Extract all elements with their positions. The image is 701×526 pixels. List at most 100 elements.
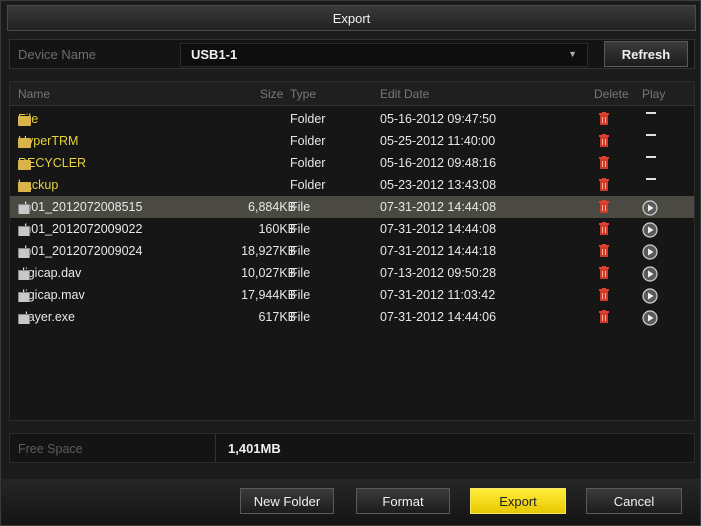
trash-icon[interactable] bbox=[599, 244, 609, 257]
file-icon bbox=[18, 248, 30, 258]
device-name-label: Device Name bbox=[18, 47, 97, 62]
row-type: File bbox=[290, 288, 311, 302]
table-row[interactable]: ch01_2012072009024 18,927KB File 07-31-2012… bbox=[10, 240, 694, 262]
play-icon[interactable] bbox=[642, 222, 658, 238]
row-type: Folder bbox=[290, 134, 326, 148]
play-icon[interactable] bbox=[642, 200, 658, 216]
new-folder-button[interactable]: New Folder bbox=[240, 488, 334, 514]
table-row[interactable]: RECYCLER Folder 05-16-2012 09:48:16 bbox=[10, 152, 694, 174]
table-row[interactable]: digicap.mav 17,944KB File 07-31-2012 11:03:… bbox=[10, 284, 694, 306]
row-size: 17,944KB bbox=[241, 288, 296, 302]
row-name: digicap.dav bbox=[18, 266, 196, 280]
free-space-value: 1,401MB bbox=[228, 441, 281, 456]
trash-icon[interactable] bbox=[599, 156, 609, 169]
trash-icon[interactable] bbox=[599, 222, 609, 235]
row-date: 07-31-2012 14:44:18 bbox=[380, 244, 497, 258]
row-date: 07-31-2012 14:44:08 bbox=[380, 200, 497, 214]
column-name-header[interactable]: Name bbox=[18, 87, 50, 101]
column-play-header: Play bbox=[642, 87, 666, 101]
free-space-label: Free Space bbox=[18, 442, 83, 456]
file-icon bbox=[18, 314, 30, 324]
trash-icon[interactable] bbox=[599, 112, 609, 125]
folder-icon bbox=[18, 160, 31, 170]
free-space-row: Free Space 1,401MB bbox=[9, 433, 695, 463]
refresh-button[interactable]: Refresh bbox=[604, 41, 688, 67]
play-icon[interactable] bbox=[642, 288, 658, 304]
row-date: 05-16-2012 09:47:50 bbox=[380, 112, 497, 126]
play-icon[interactable] bbox=[642, 266, 658, 282]
file-table: Name Size Type Edit Date Delete Play Fil… bbox=[9, 81, 695, 421]
row-name: ch01_2012072009024 bbox=[18, 244, 196, 258]
device-select[interactable]: USB1-1 ▼ bbox=[180, 43, 588, 67]
device-row: Device Name USB1-1 ▼ Refresh bbox=[9, 39, 695, 69]
row-date: 05-16-2012 09:48:16 bbox=[380, 156, 497, 170]
row-type: Folder bbox=[290, 156, 326, 170]
table-row[interactable]: File Folder 05-16-2012 09:47:50 bbox=[10, 108, 694, 130]
trash-icon[interactable] bbox=[599, 266, 609, 279]
column-delete-header: Delete bbox=[594, 87, 629, 101]
format-button[interactable]: Format bbox=[356, 488, 450, 514]
row-size: 10,027KB bbox=[241, 266, 296, 280]
row-type: File bbox=[290, 200, 311, 214]
table-row[interactable]: HyperTRM Folder 05-25-2012 11:40:00 bbox=[10, 130, 694, 152]
table-header: Name Size Type Edit Date Delete Play bbox=[10, 82, 694, 106]
no-play-dash bbox=[646, 178, 656, 180]
row-size: 6,884KB bbox=[248, 200, 296, 214]
play-icon[interactable] bbox=[642, 310, 658, 326]
row-name: backup bbox=[18, 178, 196, 192]
trash-icon[interactable] bbox=[599, 288, 609, 301]
row-size: 18,927KB bbox=[241, 244, 296, 258]
device-value: USB1-1 bbox=[191, 47, 238, 62]
row-date: 07-31-2012 14:44:08 bbox=[380, 222, 497, 236]
row-name-text: ch01_2012072008515 bbox=[18, 200, 143, 214]
divider bbox=[215, 434, 216, 462]
row-name-text: ch01_2012072009022 bbox=[18, 222, 143, 236]
trash-icon[interactable] bbox=[599, 310, 609, 323]
row-name: File bbox=[18, 112, 196, 126]
chevron-down-icon: ▼ bbox=[568, 49, 577, 59]
column-size-header[interactable]: Size bbox=[260, 87, 283, 101]
row-name: ch01_2012072009022 bbox=[18, 222, 196, 236]
trash-icon[interactable] bbox=[599, 134, 609, 147]
column-date-header[interactable]: Edit Date bbox=[380, 87, 429, 101]
file-icon bbox=[18, 226, 30, 236]
no-play-dash bbox=[646, 134, 656, 136]
row-name: player.exe bbox=[18, 310, 196, 324]
row-name-text: ch01_2012072009024 bbox=[18, 244, 143, 258]
row-type: File bbox=[290, 244, 311, 258]
table-row[interactable]: ch01_2012072009022 160KB File 07-31-2012 14… bbox=[10, 218, 694, 240]
table-row[interactable]: digicap.dav 10,027KB File 07-13-2012 09:50:… bbox=[10, 262, 694, 284]
file-icon bbox=[18, 292, 30, 302]
trash-icon[interactable] bbox=[599, 178, 609, 191]
row-type: File bbox=[290, 266, 311, 280]
table-row[interactable]: backup Folder 05-23-2012 13:43:08 bbox=[10, 174, 694, 196]
cancel-button[interactable]: Cancel bbox=[586, 488, 682, 514]
folder-icon bbox=[18, 182, 31, 192]
dialog-title: Export bbox=[7, 5, 696, 31]
row-type: File bbox=[290, 310, 311, 324]
export-dialog: Export Device Name USB1-1 ▼ Refresh Name… bbox=[0, 0, 701, 526]
folder-icon bbox=[18, 116, 31, 126]
row-type: Folder bbox=[290, 178, 326, 192]
trash-icon[interactable] bbox=[599, 200, 609, 213]
column-type-header[interactable]: Type bbox=[290, 87, 316, 101]
row-name: ch01_2012072008515 bbox=[18, 200, 196, 214]
file-icon bbox=[18, 204, 30, 214]
table-row[interactable]: ch01_2012072008515 6,884KB File 07-31-2012 … bbox=[10, 196, 694, 218]
row-date: 07-31-2012 14:44:06 bbox=[380, 310, 497, 324]
row-date: 05-23-2012 13:43:08 bbox=[380, 178, 497, 192]
row-type: Folder bbox=[290, 112, 326, 126]
row-date: 05-25-2012 11:40:00 bbox=[380, 134, 496, 148]
export-button[interactable]: Export bbox=[470, 488, 566, 514]
table-row[interactable]: player.exe 617KB File 07-31-2012 14:44:06 bbox=[10, 306, 694, 328]
no-play-dash bbox=[646, 112, 656, 114]
row-name: HyperTRM bbox=[18, 134, 196, 148]
row-name: digicap.mav bbox=[18, 288, 196, 302]
row-date: 07-13-2012 09:50:28 bbox=[380, 266, 497, 280]
row-type: File bbox=[290, 222, 311, 236]
folder-icon bbox=[18, 138, 31, 148]
play-icon[interactable] bbox=[642, 244, 658, 260]
row-name: RECYCLER bbox=[18, 156, 196, 170]
button-bar: New Folder Format Export Cancel bbox=[2, 479, 700, 525]
file-icon bbox=[18, 270, 30, 280]
